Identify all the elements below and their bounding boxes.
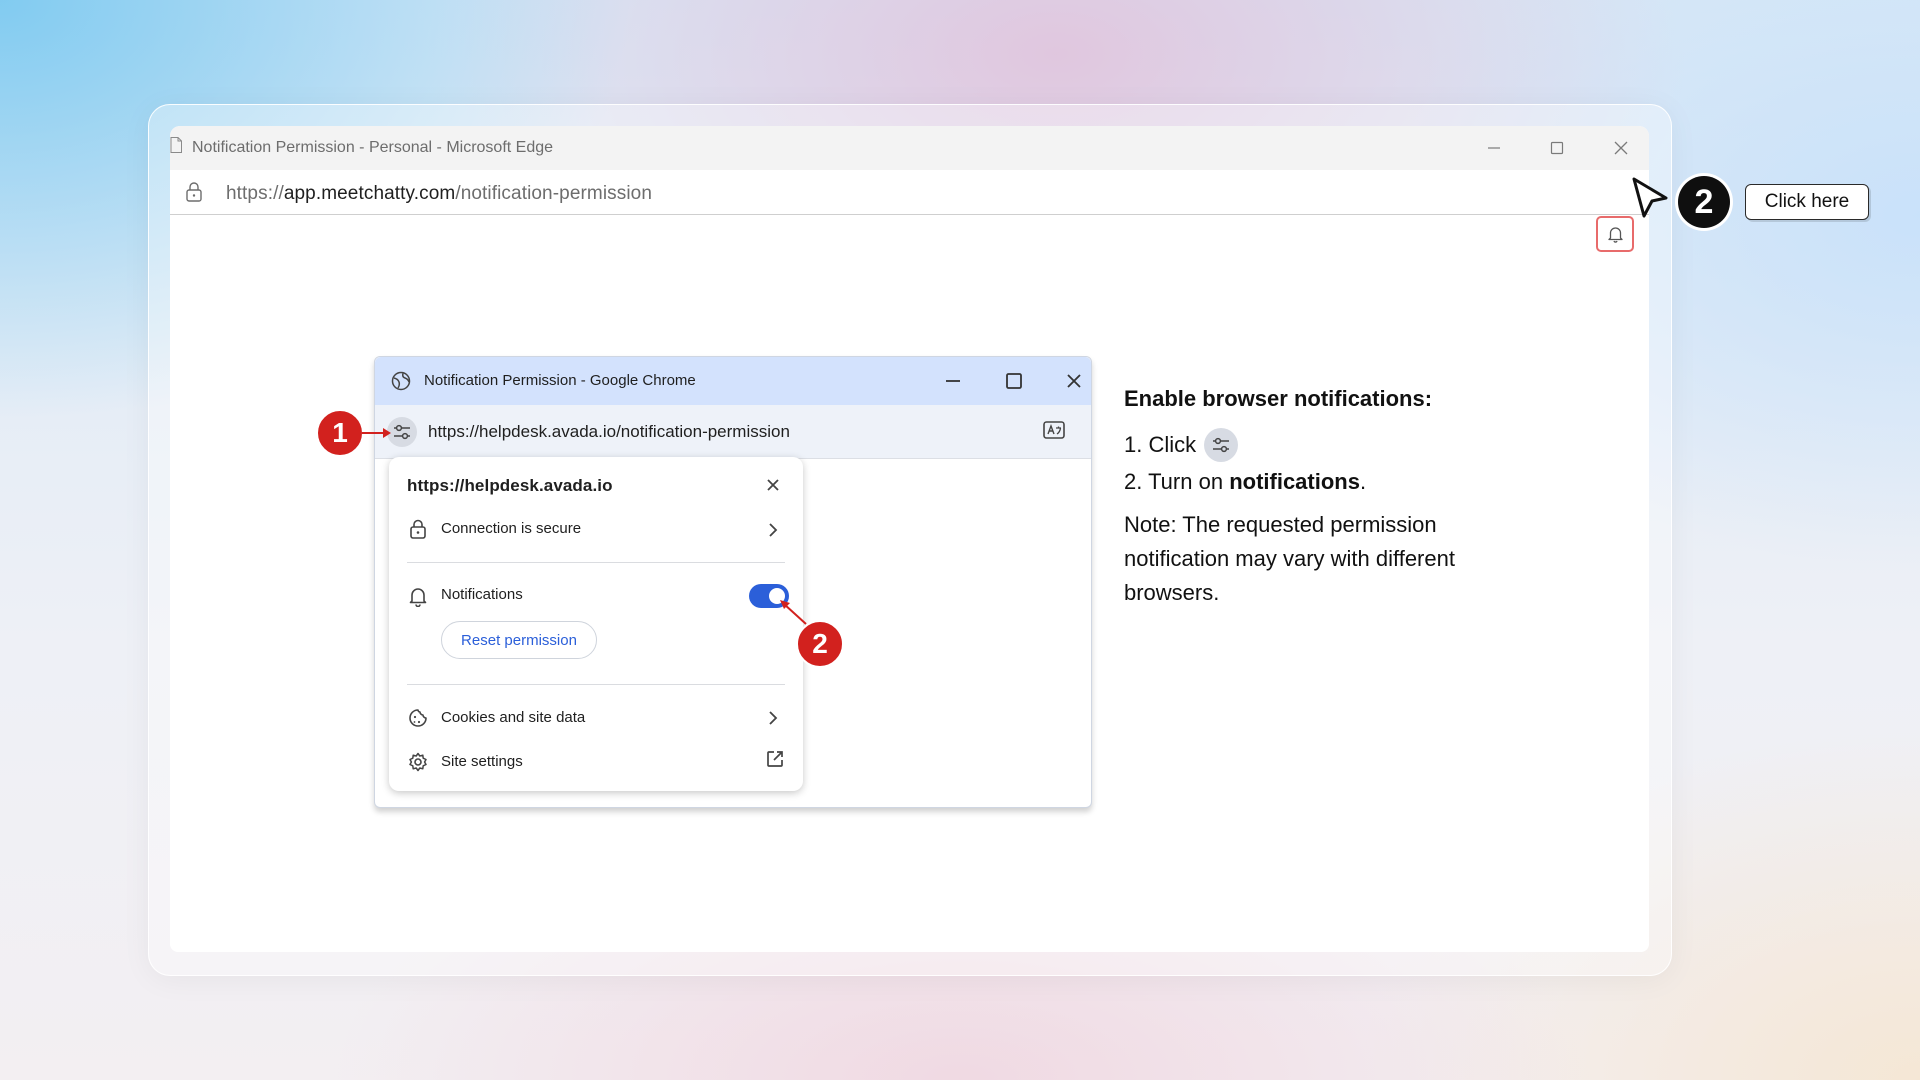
click-here-callout: Click here	[1745, 184, 1869, 220]
tune-icon	[394, 424, 410, 440]
document-icon	[170, 137, 182, 153]
arrow-icon	[780, 600, 807, 625]
close-icon	[1067, 374, 1081, 388]
tune-icon	[1204, 428, 1239, 462]
edge-window-title: Notification Permission - Personal - Mic…	[192, 139, 554, 156]
step2-suffix: .	[1359, 469, 1367, 494]
maximize-icon[interactable]	[1547, 138, 1567, 158]
url-host: app.meetchatty.com	[283, 183, 456, 204]
minimize-icon	[946, 380, 960, 382]
step-badge: 2	[1678, 176, 1730, 228]
edge-titlebar: Notification Permission - Personal - Mic…	[170, 126, 1649, 171]
instructions-title: Enable browser notifications:	[1124, 386, 1433, 411]
chrome-address-bar: https://helpdesk.avada.io/notification-p…	[375, 405, 1091, 459]
cursor-arrow-icon	[1632, 177, 1668, 218]
connection-secure-label: Connection is secure	[441, 520, 582, 537]
instruction-step-2: 2. Turn on notifications.	[1124, 469, 1366, 495]
url-scheme: https://	[226, 183, 284, 204]
chrome-window-title: Notification Permission - Google Chrome	[424, 372, 696, 389]
chevron-right-icon	[769, 711, 778, 725]
site-info-popup: https://helpdesk.avada.io Connection is …	[389, 457, 803, 791]
globe-icon	[391, 371, 411, 391]
gear-icon	[409, 752, 427, 772]
lock-icon	[186, 182, 202, 202]
chrome-illustration-window: Notification Permission - Google Chrome …	[374, 356, 1092, 808]
step2-bold: notifications	[1229, 469, 1360, 494]
lock-icon	[410, 519, 426, 539]
divider	[407, 684, 785, 685]
instruction-step-1: 1. Click	[1124, 428, 1239, 462]
chrome-titlebar: Notification Permission - Google Chrome	[375, 357, 1091, 405]
bell-icon	[1608, 227, 1623, 243]
bell-icon	[409, 588, 427, 607]
maximize-icon	[1006, 373, 1022, 389]
cookie-icon	[409, 709, 427, 727]
edge-address-bar[interactable]: https://app.meetchatty.com/notification-…	[170, 170, 1649, 252]
step-1-badge: 1	[316, 409, 364, 457]
step2-prefix: 2. Turn on	[1124, 469, 1230, 494]
cookies-label: Cookies and site data	[441, 709, 586, 726]
arrow-icon	[362, 428, 391, 438]
step1-text: 1. Click	[1124, 432, 1197, 457]
close-icon	[767, 479, 779, 491]
minimize-icon[interactable]	[1484, 138, 1504, 158]
reset-permission-button: Reset permission	[441, 621, 597, 659]
edge-url-text[interactable]: https://app.meetchatty.com/notification-…	[226, 183, 652, 205]
url-path: /notification-permission	[455, 183, 653, 204]
chrome-url-text: https://helpdesk.avada.io/notification-p…	[428, 422, 790, 441]
notifications-label: Notifications	[441, 586, 523, 603]
instruction-note: Note: The requested permission notificat…	[1124, 512, 1455, 605]
notification-permission-button[interactable]	[1596, 216, 1634, 252]
divider	[407, 562, 785, 563]
popup-site-host: https://helpdesk.avada.io	[407, 476, 613, 495]
close-icon[interactable]	[1611, 138, 1631, 158]
chevron-right-icon	[769, 523, 778, 537]
external-link-icon	[767, 751, 783, 767]
translate-icon	[1043, 421, 1065, 439]
site-settings-label: Site settings	[441, 753, 523, 770]
